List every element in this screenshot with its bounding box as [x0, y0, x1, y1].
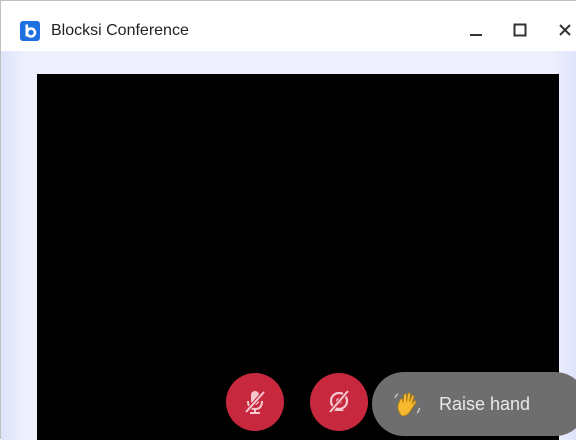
close-button[interactable]	[552, 17, 576, 43]
raise-hand-label: Raise hand	[439, 394, 531, 414]
maximize-button[interactable]	[507, 17, 533, 43]
minimize-icon	[470, 34, 482, 36]
microphone-toggle-button[interactable]	[226, 373, 284, 431]
close-icon	[559, 24, 571, 36]
waving-hand-icon	[391, 389, 423, 421]
conference-area: Raise hand	[1, 51, 576, 440]
app-window: Blocksi Conference Raise hand	[0, 0, 576, 440]
window-title: Blocksi Conference	[51, 22, 189, 39]
microphone-off-icon	[244, 390, 266, 414]
blocksi-logo-icon	[20, 21, 40, 41]
minimize-button[interactable]	[463, 17, 489, 43]
maximize-icon	[513, 23, 527, 37]
camera-toggle-button[interactable]	[310, 373, 368, 431]
title-bar: Blocksi Conference	[1, 1, 576, 51]
camera-off-icon	[328, 389, 350, 414]
raise-hand-button[interactable]: Raise hand	[372, 372, 576, 436]
